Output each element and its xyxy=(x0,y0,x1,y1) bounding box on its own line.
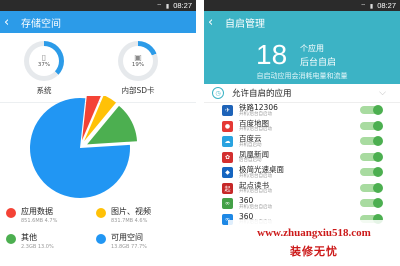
autostart-toggle[interactable] xyxy=(360,136,383,146)
toggle-knob xyxy=(373,120,383,131)
legend-dot xyxy=(96,234,106,244)
legend-name: 其他 xyxy=(21,233,37,242)
sd-label: 内部SD卡 xyxy=(121,86,155,95)
autostart-toggle[interactable] xyxy=(360,151,383,162)
autostart-toggle[interactable] xyxy=(360,105,383,115)
legend-value: 851.6MB 4.7% xyxy=(21,218,58,224)
autostart-toggle[interactable] xyxy=(360,198,383,208)
book-icon: 起 xyxy=(222,182,233,194)
legend-name: 应用数据 xyxy=(21,207,53,216)
legend-dot xyxy=(6,208,16,218)
toggle-knob xyxy=(373,167,383,177)
autostart-count: 18 xyxy=(256,39,288,70)
app-bar: ‹ 存储空间 xyxy=(0,11,196,33)
legend-item-other: 其他 2.3GB 13.0% xyxy=(6,232,96,250)
autostart-subtitle: 自启动应用会消耗电量和流量 xyxy=(256,72,348,80)
legend-value: 831.7MB 4.6% xyxy=(111,218,148,224)
app-row: ● 百度地图 开机/后台自启动 xyxy=(222,119,400,135)
autostart-count-desc: 后台自启 xyxy=(300,58,337,68)
storage-screen: ⌔ ▮ 08:27 ‹ 存储空间 ▯ 37% 系统 ▣ 19% 内部SD卡 应用… xyxy=(0,0,196,266)
watermark: www.zhuangxiu518.com 装修无忧 xyxy=(228,220,400,266)
app-list: ✈ 铁路12306 开机/后台自启动 ● 百度地图 开机/后台自启动 ☁ 百度云 开机自启动 ✿ 凤… xyxy=(204,103,400,227)
system-percent: 37% xyxy=(37,62,51,68)
status-icons: ⌔ ▮ xyxy=(360,2,375,10)
autostart-toggle[interactable] xyxy=(360,182,383,193)
app-row: ◆ 极简光速桌面 开机/后台自启动 xyxy=(222,165,400,181)
page-title: 自启管理 xyxy=(225,18,265,30)
map-pin-icon: ● xyxy=(222,120,233,132)
toggle-knob xyxy=(373,105,383,115)
status-bar: ⌔ ▮ 08:27 xyxy=(204,0,400,11)
app-bar: ‹ 自启管理 xyxy=(204,11,400,33)
legend-dot xyxy=(96,208,106,218)
sd-storage-card[interactable]: ▣ 19% 内部SD卡 xyxy=(108,41,168,96)
screenshot-pair: ⌔ ▮ 08:27 ‹ 存储空间 ▯ 37% 系统 ▣ 19% 内部SD卡 应用… xyxy=(0,0,400,266)
autostart-count-unit: 个应用 xyxy=(300,44,324,53)
clock-icon: ◷ xyxy=(212,87,224,99)
storage-legend: 应用数据 851.6MB 4.7% 图片、视频 831.7MB 4.6% 其他 2.3… xyxy=(6,206,192,250)
section-title: 允许自启的应用 xyxy=(232,89,292,99)
sd-percent: 19% xyxy=(131,62,145,68)
watermark-url: www.zhuangxiu518.com xyxy=(257,227,371,239)
sd-usage-ring: ▣ 19% xyxy=(118,41,158,81)
legend-value: 2.3GB 13.0% xyxy=(21,244,54,250)
legend-name: 图片、视频 xyxy=(111,207,151,216)
launcher-icon: ◆ xyxy=(222,167,233,179)
toggle-knob xyxy=(373,198,383,208)
legend-item-media: 图片、视频 831.7MB 4.6% xyxy=(96,206,186,224)
toggle-knob xyxy=(373,151,383,162)
legend-item-free: 可用空间 13.8GB 77.7% xyxy=(96,232,186,250)
phoenix-icon: ✿ xyxy=(222,151,233,163)
phone-icon: ▯ xyxy=(41,53,47,62)
autostart-toggle[interactable] xyxy=(360,167,383,177)
storage-pie-chart xyxy=(28,90,158,204)
legend-dot xyxy=(6,234,16,244)
storage-cards: ▯ 37% 系统 ▣ 19% 内部SD卡 xyxy=(0,33,196,96)
sd-card-icon: ▣ xyxy=(134,53,142,62)
allowed-apps-header[interactable]: ◷ 允许自启的应用 ⌵ xyxy=(204,84,400,103)
cloud-icon: ☁ xyxy=(222,136,233,148)
app-row: ☁ 百度云 开机自启动 xyxy=(222,134,400,150)
back-arrow-icon[interactable]: ‹ xyxy=(4,16,18,29)
page-title: 存储空间 xyxy=(21,18,61,30)
watermark-brand: 装修无忧 xyxy=(290,245,338,258)
app-row: ✿ 凤凰新闻 后台自启动 xyxy=(222,150,400,166)
system-usage-ring: ▯ 37% xyxy=(24,41,64,81)
app-row: 起起点读书 开机/后台自启动 xyxy=(222,181,400,197)
back-arrow-icon[interactable]: ‹ xyxy=(208,16,222,29)
app-row: ∞360开机/后台自启动 xyxy=(222,196,400,212)
autostart-toggle[interactable] xyxy=(360,120,383,131)
legend-value: 13.8GB 77.7% xyxy=(111,244,147,250)
legend-item-app-data: 应用数据 851.6MB 4.7% xyxy=(6,206,96,224)
system-label: 系统 xyxy=(36,86,52,95)
status-bar: ⌔ ▮ 08:27 xyxy=(0,0,196,11)
app-row: ✈ 铁路12306 开机/后台自启动 xyxy=(222,103,400,119)
status-icons: ⌔ ▮ xyxy=(156,2,171,10)
train-icon: ✈ xyxy=(222,105,233,117)
toggle-knob xyxy=(373,182,383,193)
autostart-summary: 18 个应用 后台自启 自启动应用会消耗电量和流量 xyxy=(204,33,400,84)
legend-name: 可用空间 xyxy=(111,233,143,242)
shield-icon: ∞ xyxy=(222,198,233,210)
chevron-down-icon[interactable]: ⌵ xyxy=(379,88,386,98)
status-time: 08:27 xyxy=(173,1,192,10)
status-time: 08:27 xyxy=(377,1,396,10)
toggle-knob xyxy=(373,136,383,146)
system-storage-card[interactable]: ▯ 37% 系统 xyxy=(14,41,74,96)
